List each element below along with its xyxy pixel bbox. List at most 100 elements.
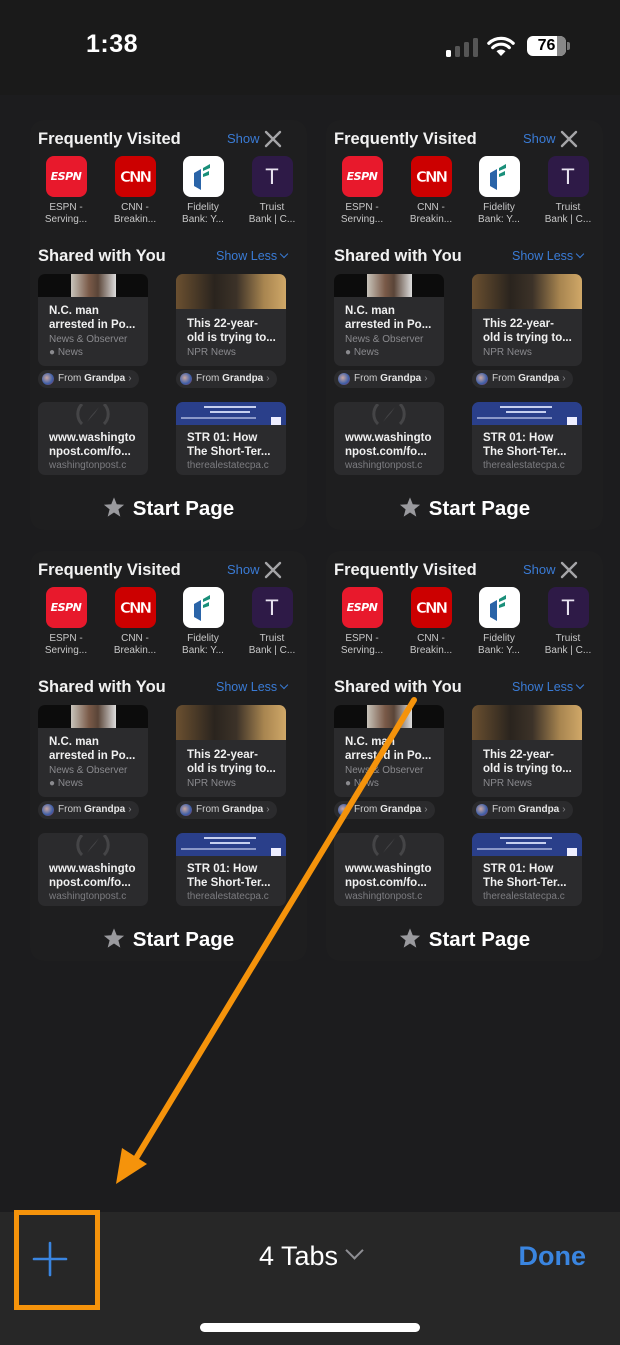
- shared-link-card[interactable]: www.washingto npost.com/fo... washingtonp…: [38, 833, 148, 906]
- close-tab-icon[interactable]: [559, 560, 579, 580]
- frequently-visited-title: Frequently Visited: [334, 561, 477, 579]
- done-button[interactable]: Done: [519, 1241, 587, 1272]
- show-less-button[interactable]: Show Less: [512, 680, 585, 694]
- favorite-label-line2: Bank: Y...: [478, 214, 520, 225]
- favorite-espn[interactable]: ESPN ESPN - Serving...: [38, 587, 94, 657]
- favorite-fidelity[interactable]: Fidelity Bank: Y...: [471, 156, 527, 226]
- shared-with-you-title: Shared with You: [334, 678, 462, 696]
- favorite-label-line1: CNN -: [417, 202, 445, 213]
- frequently-visited-show-button[interactable]: Show: [227, 562, 260, 577]
- frequently-visited-show-button[interactable]: Show: [523, 131, 556, 146]
- article-thumbnail: [472, 274, 582, 309]
- frequently-visited-show-button[interactable]: Show: [523, 562, 556, 577]
- link-source: washingtonpost.c: [345, 460, 423, 471]
- star-icon: [103, 497, 124, 517]
- favorite-espn[interactable]: ESPN ESPN - Serving...: [38, 156, 94, 226]
- home-indicator[interactable]: [200, 1323, 420, 1332]
- favorite-fidelity[interactable]: Fidelity Bank: Y...: [471, 587, 527, 657]
- from-grandpa-pill[interactable]: From Grandpa ›: [176, 370, 277, 388]
- show-less-button[interactable]: Show Less: [512, 249, 585, 263]
- shared-article-card[interactable]: N.C. man arrested in Po... News & Observe…: [334, 705, 444, 797]
- cnn-logo-icon: CNN: [114, 156, 156, 197]
- link-title-line2: The Short-Ter...: [187, 446, 271, 458]
- from-grandpa-pill[interactable]: From Grandpa ›: [334, 370, 435, 388]
- favorite-label-line2: Bank: Y...: [478, 645, 520, 656]
- link-title: www.washingto npost.com/fo...: [345, 431, 431, 459]
- tab-title[interactable]: Start Page: [326, 496, 603, 521]
- tab-title[interactable]: Start Page: [30, 496, 307, 521]
- shared-article-card[interactable]: This 22-year-old is trying to... NPR New…: [472, 274, 582, 366]
- show-less-button[interactable]: Show Less: [216, 249, 289, 263]
- favorite-label-line1: CNN -: [417, 633, 445, 644]
- shared-link-card[interactable]: www.washingto npost.com/fo... washingtonp…: [334, 402, 444, 475]
- favorite-espn[interactable]: ESPN ESPN - Serving...: [334, 156, 390, 226]
- truist-logo-icon: T: [251, 587, 293, 628]
- favorite-truist[interactable]: T Truist Bank | C...: [244, 587, 300, 657]
- espn-logo-text: ESPN: [50, 601, 82, 614]
- favorite-truist[interactable]: T Truist Bank | C...: [540, 587, 596, 657]
- from-grandpa-pill[interactable]: From Grandpa ›: [334, 801, 435, 819]
- frequently-visited-show-button[interactable]: Show: [227, 131, 260, 146]
- show-less-button[interactable]: Show Less: [216, 680, 289, 694]
- shared-article-card[interactable]: N.C. man arrested in Po... News & Observe…: [38, 274, 148, 366]
- favorite-label-line2: Serving...: [340, 645, 384, 656]
- tab-card-1[interactable]: Frequently Visited Show ESPN ESPN - Servi…: [30, 120, 307, 530]
- chevron-right-icon: ›: [562, 804, 566, 815]
- avatar: [42, 804, 54, 816]
- tab-card-2[interactable]: Frequently Visited Show ESPN ESPN - Servi…: [326, 120, 603, 530]
- shared-link-card[interactable]: STR 01: How The Short-Ter... therealestat…: [176, 402, 286, 475]
- annotation-highlight-box: [14, 1210, 100, 1310]
- link-thumbnail: [472, 833, 582, 856]
- favorite-espn[interactable]: ESPN ESPN - Serving...: [334, 587, 390, 657]
- shared-article-card[interactable]: This 22-year-old is trying to... NPR New…: [176, 274, 286, 366]
- favorite-truist[interactable]: T Truist Bank | C...: [244, 156, 300, 226]
- favorite-cnn[interactable]: CNN CNN - Breakin...: [107, 156, 163, 226]
- favorite-label: Fidelity Bank: Y...: [175, 633, 231, 657]
- shared-link-card[interactable]: STR 01: How The Short-Ter... therealestat…: [472, 833, 582, 906]
- shared-article-card[interactable]: This 22-year-old is trying to... NPR New…: [176, 705, 286, 797]
- shared-link-card[interactable]: STR 01: How The Short-Ter... therealestat…: [176, 833, 286, 906]
- favorite-cnn[interactable]: CNN CNN - Breakin...: [403, 587, 459, 657]
- chevron-right-icon: ›: [424, 373, 428, 384]
- close-tab-icon[interactable]: [263, 129, 283, 149]
- article-source: NPR News: [187, 347, 236, 358]
- favorite-cnn[interactable]: CNN CNN - Breakin...: [107, 587, 163, 657]
- from-grandpa-pill[interactable]: From Grandpa ›: [38, 370, 139, 388]
- link-title-line1: www.washingto: [345, 863, 432, 875]
- battery-icon: 76: [527, 36, 566, 56]
- cellular-signal-icon: [446, 37, 478, 57]
- favorite-truist[interactable]: T Truist Bank | C...: [540, 156, 596, 226]
- link-title: www.washingto npost.com/fo...: [345, 862, 431, 890]
- shared-link-card[interactable]: www.washingto npost.com/fo... washingtonp…: [334, 833, 444, 906]
- close-tab-icon[interactable]: [559, 129, 579, 149]
- tab-title[interactable]: Start Page: [30, 927, 307, 952]
- favorite-label-line2: Serving...: [44, 645, 88, 656]
- from-grandpa-pill[interactable]: From Grandpa ›: [472, 801, 573, 819]
- from-grandpa-pill[interactable]: From Grandpa ›: [472, 370, 573, 388]
- article-source-line1: News & Observer: [49, 334, 128, 345]
- favorite-label-line1: Truist: [555, 633, 581, 644]
- favorite-fidelity[interactable]: Fidelity Bank: Y...: [175, 156, 231, 226]
- shared-article-card[interactable]: This 22-year-old is trying to... NPR New…: [472, 705, 582, 797]
- from-grandpa-pill[interactable]: From Grandpa ›: [38, 801, 139, 819]
- from-prefix: From: [492, 804, 516, 815]
- article-title-line1: N.C. man: [49, 305, 99, 317]
- tab-card-3[interactable]: Frequently Visited Show ESPN ESPN - Servi…: [30, 551, 307, 961]
- fidelity-logo-glyph: [194, 594, 210, 621]
- favorite-cnn[interactable]: CNN CNN - Breakin...: [403, 156, 459, 226]
- from-grandpa-pill[interactable]: From Grandpa ›: [176, 801, 277, 819]
- tab-card-4[interactable]: Frequently Visited Show ESPN ESPN - Servi…: [326, 551, 603, 961]
- shared-link-card[interactable]: www.washingto npost.com/fo... washingtonp…: [38, 402, 148, 475]
- from-name: Grandpa: [222, 373, 264, 384]
- close-tab-icon[interactable]: [263, 560, 283, 580]
- article-title: This 22-year-old is trying to...: [483, 748, 572, 776]
- chevron-right-icon: ›: [424, 804, 428, 815]
- tab-title[interactable]: Start Page: [326, 927, 603, 952]
- favorite-label-line1: Fidelity: [187, 633, 219, 644]
- shared-article-card[interactable]: N.C. man arrested in Po... News & Observe…: [38, 705, 148, 797]
- link-source: washingtonpost.c: [345, 891, 423, 902]
- shared-article-card[interactable]: N.C. man arrested in Po... News & Observe…: [334, 274, 444, 366]
- favorite-fidelity[interactable]: Fidelity Bank: Y...: [175, 587, 231, 657]
- shared-link-card[interactable]: STR 01: How The Short-Ter... therealestat…: [472, 402, 582, 475]
- favorite-label: Fidelity Bank: Y...: [175, 202, 231, 226]
